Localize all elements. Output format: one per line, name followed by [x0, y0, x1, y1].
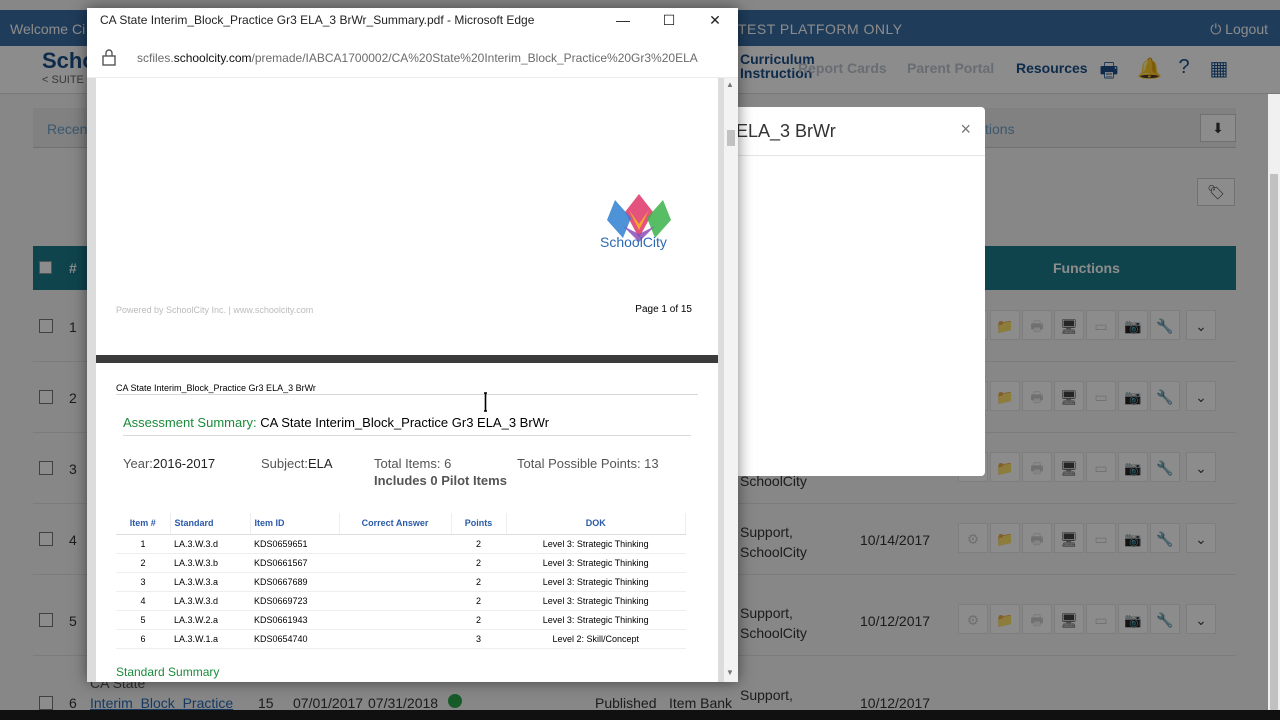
cell-item-id: KDS0661567	[250, 553, 339, 573]
cell-item-num: 5	[116, 610, 170, 630]
page-number: Page 1 of 15	[635, 304, 692, 315]
cell-dok: Level 3: Strategic Thinking	[506, 591, 686, 611]
pdf-scrollbar[interactable]: ▲ ▼	[724, 78, 738, 682]
logo-caption: SchoolCity	[600, 234, 667, 250]
items-table-header: Item # Standard Item ID Correct Answer P…	[116, 513, 686, 535]
cell-dok: Level 3: Strategic Thinking	[506, 534, 686, 554]
col-dok: DOK	[506, 513, 686, 535]
url-path: /premade/IABCA1700002/CA%20State%20Inter…	[251, 51, 698, 65]
summary-label: Assessment Summary:	[123, 415, 257, 430]
cell-answer	[339, 591, 451, 611]
cell-dok: Level 3: Strategic Thinking	[506, 610, 686, 630]
page-gap	[96, 355, 718, 363]
preview-modal: ELA_3 BrWr ×	[700, 107, 985, 476]
edge-window: CA State Interim_Block_Practice Gr3 ELA_…	[87, 8, 738, 682]
subject-field: Subject:ELA	[261, 456, 333, 471]
col-points: Points	[451, 513, 507, 535]
page-scrollbar-thumb[interactable]	[1270, 174, 1278, 720]
pdf-viewer[interactable]: SchoolCity Powered by SchoolCity Inc. | …	[87, 78, 738, 682]
cell-item-id: KDS0667689	[250, 572, 339, 592]
cell-standard: LA.3.W.3.a	[170, 572, 250, 592]
year-label: Year:	[123, 456, 153, 471]
cell-item-id: KDS0654740	[250, 629, 339, 649]
cell-points: 2	[451, 610, 506, 630]
url-text[interactable]: scfiles.schoolcity.com/premade/IABCA1700…	[137, 51, 727, 65]
items-table: Item # Standard Item ID Correct Answer P…	[116, 513, 686, 649]
page-scrollbar[interactable]	[1268, 94, 1280, 720]
cell-answer	[339, 553, 451, 573]
cell-item-id: KDS0659651	[250, 534, 339, 554]
col-item-id: Item ID	[250, 513, 340, 535]
page-footer-left: Powered by SchoolCity Inc. | www.schoolc…	[116, 305, 314, 315]
cell-standard: LA.3.W.3.b	[170, 553, 250, 573]
scroll-up-icon[interactable]: ▲	[726, 80, 734, 89]
modal-title: ELA_3 BrWr	[736, 121, 836, 141]
cell-dok: Level 3: Strategic Thinking	[506, 572, 686, 592]
table-row: 5 LA.3.W.2.a KDS0661943 2 Level 3: Strategic…	[116, 610, 686, 630]
header-divider	[116, 394, 698, 395]
minimize-button[interactable]: —	[600, 10, 646, 34]
col-item-num: Item #	[116, 513, 171, 535]
cell-item-id: KDS0661943	[250, 610, 339, 630]
address-bar[interactable]: scfiles.schoolcity.com/premade/IABCA1700…	[87, 38, 738, 78]
cell-answer	[339, 610, 451, 630]
summary-title: CA State Interim_Block_Practice Gr3 ELA_…	[260, 415, 550, 430]
taskbar	[0, 710, 1280, 720]
page-header: CA State Interim_Block_Practice Gr3 ELA_…	[116, 383, 316, 393]
col-standard: Standard	[170, 513, 251, 535]
pdf-page-2: CA State Interim_Block_Practice Gr3 ELA_…	[96, 363, 718, 682]
pdf-scrollbar-thumb[interactable]	[727, 130, 735, 146]
window-titlebar[interactable]: CA State Interim_Block_Practice Gr3 ELA_…	[87, 8, 738, 38]
cell-standard: LA.3.W.3.d	[170, 591, 250, 611]
cell-item-num: 3	[116, 572, 170, 592]
cell-points: 2	[451, 553, 506, 573]
total-points: Total Possible Points: 13	[517, 456, 659, 471]
cell-points: 2	[451, 591, 506, 611]
table-row: 2 LA.3.W.3.b KDS0661567 2 Level 3: Strategic…	[116, 553, 686, 573]
subject-value: ELA	[307, 456, 333, 471]
total-items: Total Items: 6	[374, 456, 452, 471]
cell-standard: LA.3.W.2.a	[170, 610, 250, 630]
scroll-down-icon[interactable]: ▼	[726, 668, 734, 677]
maximize-button[interactable]: ☐	[646, 10, 692, 34]
modal-divider	[700, 155, 985, 156]
summary-divider	[123, 435, 691, 436]
pilot-items: Includes 0 Pilot Items	[374, 473, 507, 488]
table-row: 4 LA.3.W.3.d KDS0669723 2 Level 3: Strategic…	[116, 591, 686, 611]
cell-answer	[339, 629, 451, 649]
cell-points: 3	[451, 629, 506, 649]
cell-item-id: KDS0669723	[250, 591, 339, 611]
cell-item-num: 2	[116, 553, 170, 573]
url-prefix: scfiles.	[137, 51, 174, 65]
close-icon[interactable]: ×	[960, 119, 971, 140]
cell-points: 2	[451, 534, 506, 554]
cell-points: 2	[451, 572, 506, 592]
text-cursor-icon	[484, 392, 487, 412]
cell-item-num: 4	[116, 591, 170, 611]
assessment-summary: Assessment Summary: CA State Interim_Blo…	[123, 415, 549, 430]
cell-item-num: 6	[116, 629, 170, 649]
table-row: 1 LA.3.W.3.d KDS0659651 2 Level 3: Strategic…	[116, 534, 686, 554]
standard-summary-heading: Standard Summary	[116, 665, 220, 679]
cell-dok: Level 3: Strategic Thinking	[506, 553, 686, 573]
cell-standard: LA.3.W.3.d	[170, 534, 250, 554]
year-field: Year:2016-2017	[123, 456, 215, 471]
close-button[interactable]: ✕	[692, 10, 738, 34]
pdf-page-1: SchoolCity Powered by SchoolCity Inc. | …	[96, 78, 718, 355]
window-title: CA State Interim_Block_Practice Gr3 ELA_…	[100, 13, 535, 27]
year-value: 2016-2017	[152, 456, 216, 471]
table-row: 3 LA.3.W.3.a KDS0667689 2 Level 3: Strategic…	[116, 572, 686, 592]
cell-answer	[339, 572, 451, 592]
lock-icon	[102, 49, 116, 66]
table-row: 6 LA.3.W.1.a KDS0654740 3 Level 2: Skill/Con…	[116, 629, 686, 649]
url-domain: schoolcity.com	[173, 51, 252, 65]
cell-standard: LA.3.W.1.a	[170, 629, 250, 649]
cell-answer	[339, 534, 451, 554]
col-correct-answer: Correct Answer	[339, 513, 452, 535]
subject-label: Subject:	[261, 456, 308, 471]
cell-dok: Level 2: Skill/Concept	[506, 629, 686, 649]
cell-item-num: 1	[116, 534, 170, 554]
